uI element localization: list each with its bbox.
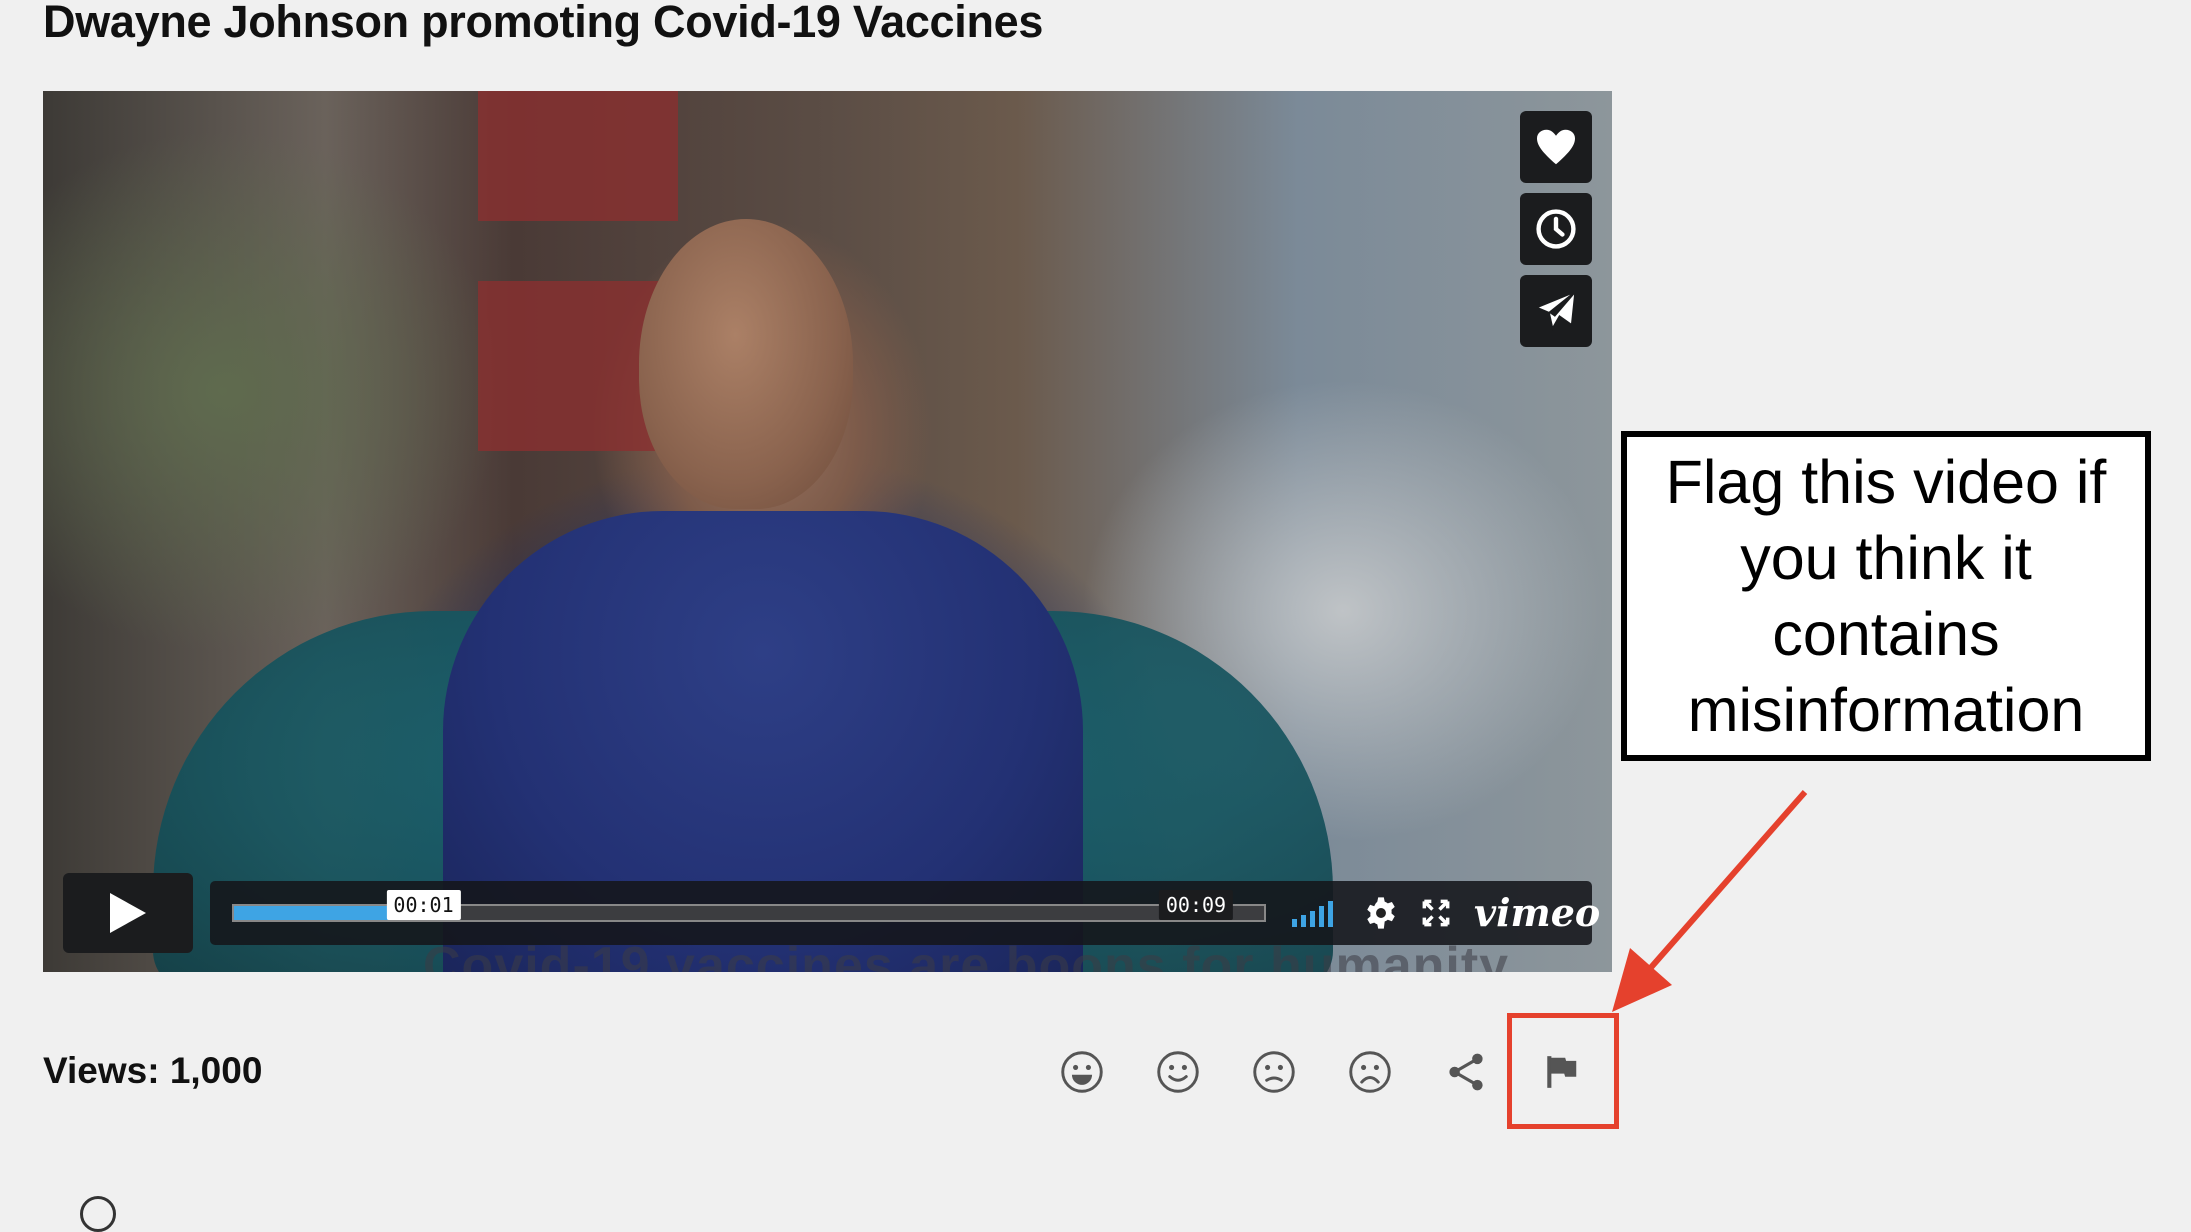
heart-icon (1537, 129, 1575, 165)
vimeo-logo[interactable]: vimeo (1474, 894, 1600, 932)
partial-avatar-icon (80, 1196, 116, 1232)
play-icon (110, 893, 146, 933)
sad-button[interactable] (1343, 1045, 1397, 1099)
fullscreen-icon[interactable] (1422, 899, 1450, 927)
current-time: 00:01 (386, 890, 461, 920)
video-player[interactable]: Covid-19 vaccines are boons for humanity… (43, 91, 1612, 972)
annotation-note: Flag this video if you think it contains… (1621, 431, 2151, 761)
play-button[interactable] (63, 873, 193, 953)
control-bar: 00:01 00:09 vimeo (210, 881, 1600, 945)
watch-later-button[interactable] (1520, 193, 1592, 265)
very-happy-button[interactable] (1055, 1045, 1109, 1099)
very-happy-face-icon (1061, 1051, 1103, 1093)
like-button[interactable] (1520, 111, 1592, 183)
player-controls: 00:01 00:09 vimeo (63, 873, 1600, 953)
share-icon (1449, 1053, 1483, 1091)
share-video-button[interactable] (1520, 275, 1592, 347)
control-icons: vimeo (1292, 894, 1600, 932)
views-count: Views: 1,000 (43, 1050, 263, 1091)
side-buttons (1520, 111, 1592, 347)
clock-icon (1536, 209, 1576, 249)
hover-time: 00:09 (1158, 890, 1234, 920)
happy-button[interactable] (1151, 1045, 1205, 1099)
smile-face-icon (1157, 1051, 1199, 1093)
progress-bar[interactable]: 00:01 00:09 (232, 890, 1266, 922)
sad-face-icon (1349, 1051, 1391, 1093)
flag-highlight-box (1507, 1013, 1619, 1129)
wall-panel (478, 91, 678, 221)
neutral-face-icon (1253, 1051, 1295, 1093)
volume-bars-icon[interactable] (1292, 899, 1340, 927)
share-button[interactable] (1439, 1045, 1493, 1099)
annotation-arrow (1612, 790, 1808, 1012)
gear-icon[interactable] (1364, 896, 1398, 930)
video-title: Dwayne Johnson promoting Covid-19 Vaccin… (43, 0, 1044, 47)
send-icon (1535, 290, 1577, 331)
neutral-button[interactable] (1247, 1045, 1301, 1099)
person-head (639, 219, 853, 509)
